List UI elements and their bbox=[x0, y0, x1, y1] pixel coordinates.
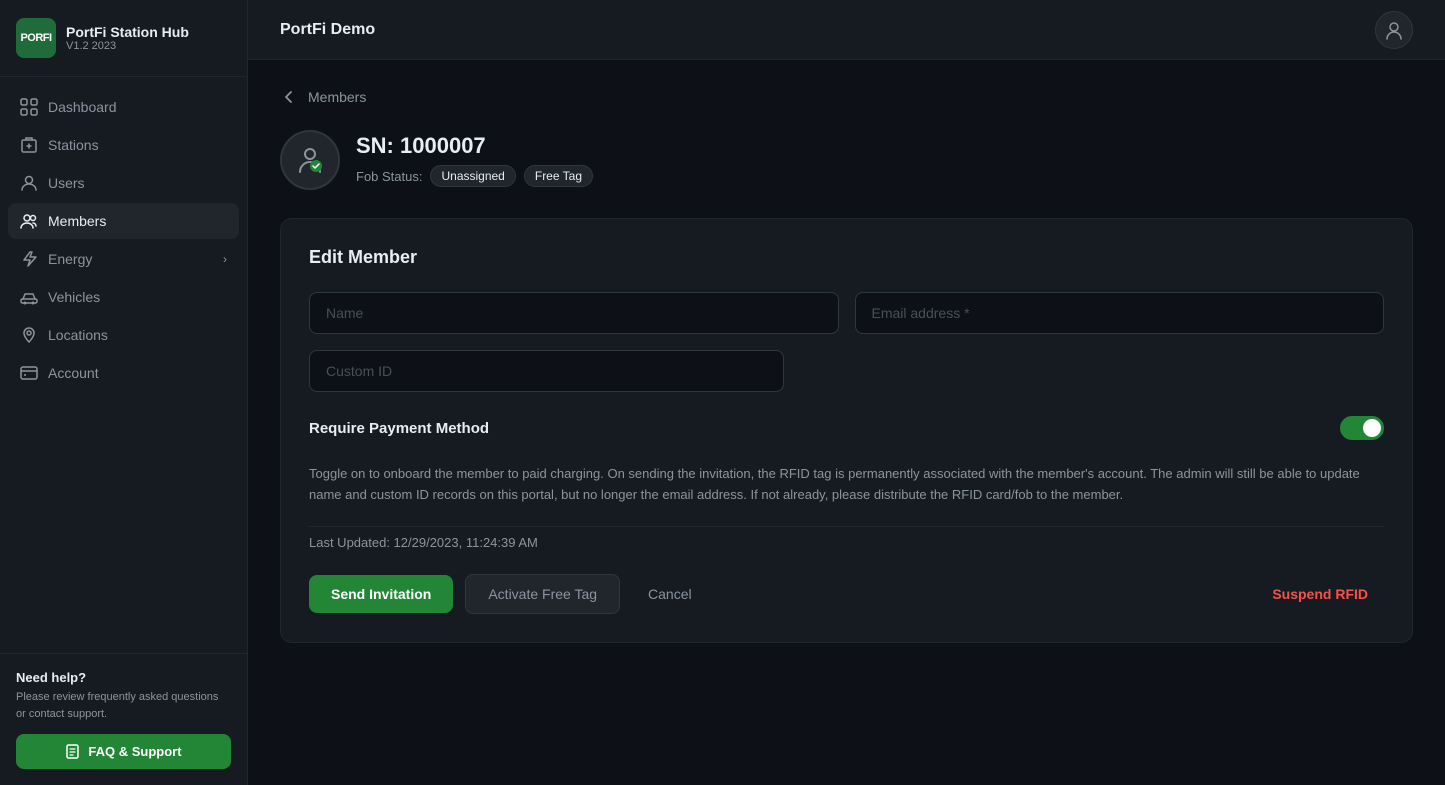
custom-id-row bbox=[309, 350, 1384, 392]
breadcrumb-label: Members bbox=[308, 89, 366, 105]
name-input[interactable] bbox=[309, 292, 839, 334]
form-title: Edit Member bbox=[309, 247, 1384, 268]
toggle-label: Require Payment Method bbox=[309, 420, 489, 437]
account-icon bbox=[20, 364, 38, 382]
dashboard-icon bbox=[20, 98, 38, 116]
name-email-row bbox=[309, 292, 1384, 334]
sidebar-item-users[interactable]: Users bbox=[8, 165, 239, 201]
sidebar-header: PORFI PortFi Station Hub V1.2 2023 bbox=[0, 0, 247, 77]
page-content: Members SN: 1000007 Fob Status: Un bbox=[248, 60, 1445, 785]
member-info: SN: 1000007 Fob Status: Unassigned Free … bbox=[356, 133, 593, 187]
app-title-block: PortFi Station Hub V1.2 2023 bbox=[66, 24, 189, 52]
member-header: SN: 1000007 Fob Status: Unassigned Free … bbox=[280, 130, 1413, 190]
sidebar-label-locations: Locations bbox=[48, 327, 108, 343]
custom-id-field bbox=[309, 350, 839, 392]
member-avatar bbox=[280, 130, 340, 190]
sidebar-nav: Dashboard Stations Users bbox=[0, 77, 247, 653]
name-field bbox=[309, 292, 839, 334]
sidebar-label-energy: Energy bbox=[48, 251, 92, 267]
app-version: V1.2 2023 bbox=[66, 40, 189, 52]
sidebar: PORFI PortFi Station Hub V1.2 2023 Dashb… bbox=[0, 0, 248, 785]
last-updated: Last Updated: 12/29/2023, 11:24:39 AM bbox=[309, 526, 1384, 550]
send-invitation-button[interactable]: Send Invitation bbox=[309, 575, 453, 613]
sidebar-label-vehicles: Vehicles bbox=[48, 289, 100, 305]
need-help-title: Need help? bbox=[16, 670, 231, 685]
locations-icon bbox=[20, 326, 38, 344]
member-status: Fob Status: Unassigned Free Tag bbox=[356, 165, 593, 187]
vehicles-icon bbox=[20, 288, 38, 306]
app-title: PortFi Station Hub bbox=[66, 24, 189, 40]
activate-free-tag-button[interactable]: Activate Free Tag bbox=[465, 574, 620, 614]
custom-id-input[interactable] bbox=[309, 350, 784, 392]
member-sn: SN: 1000007 bbox=[356, 133, 593, 159]
faq-label: FAQ & Support bbox=[88, 744, 181, 759]
sidebar-label-users: Users bbox=[48, 175, 85, 191]
payment-toggle-row: Require Payment Method bbox=[309, 408, 1384, 448]
toggle-description: Toggle on to onboard the member to paid … bbox=[309, 464, 1384, 506]
suspend-rfid-button[interactable]: Suspend RFID bbox=[1256, 575, 1384, 613]
sidebar-label-dashboard: Dashboard bbox=[48, 99, 117, 115]
sidebar-item-vehicles[interactable]: Vehicles bbox=[8, 279, 239, 315]
cancel-button[interactable]: Cancel bbox=[632, 575, 708, 613]
email-field bbox=[855, 292, 1385, 334]
payment-toggle[interactable] bbox=[1340, 416, 1384, 440]
sidebar-label-account: Account bbox=[48, 365, 99, 381]
back-arrow-icon bbox=[280, 88, 298, 106]
badge-unassigned: Unassigned bbox=[430, 165, 515, 187]
topbar-title: PortFi Demo bbox=[280, 21, 375, 39]
sidebar-label-stations: Stations bbox=[48, 137, 99, 153]
need-help-desc: Please review frequently asked questions… bbox=[16, 689, 231, 722]
sidebar-label-members: Members bbox=[48, 213, 106, 229]
sidebar-item-members[interactable]: Members bbox=[8, 203, 239, 239]
sidebar-item-locations[interactable]: Locations bbox=[8, 317, 239, 353]
stations-icon bbox=[20, 136, 38, 154]
badge-freetag: Free Tag bbox=[524, 165, 593, 187]
users-icon bbox=[20, 174, 38, 192]
edit-member-form: Edit Member Require Payment Method bbox=[280, 218, 1413, 643]
sidebar-item-account[interactable]: Account bbox=[8, 355, 239, 391]
sidebar-item-dashboard[interactable]: Dashboard bbox=[8, 89, 239, 125]
energy-icon bbox=[20, 250, 38, 268]
chevron-right-icon: › bbox=[223, 252, 227, 266]
sidebar-item-energy[interactable]: Energy › bbox=[8, 241, 239, 277]
user-avatar[interactable] bbox=[1375, 11, 1413, 49]
topbar: PortFi Demo bbox=[248, 0, 1445, 60]
sidebar-footer: Need help? Please review frequently aske… bbox=[0, 653, 247, 785]
faq-support-button[interactable]: FAQ & Support bbox=[16, 734, 231, 769]
document-icon bbox=[65, 744, 80, 759]
app-logo: PORFI bbox=[16, 18, 56, 58]
action-row: Send Invitation Activate Free Tag Cancel… bbox=[309, 574, 1384, 614]
main-content: PortFi Demo Members bbox=[248, 0, 1445, 785]
email-input[interactable] bbox=[855, 292, 1385, 334]
sidebar-item-stations[interactable]: Stations bbox=[8, 127, 239, 163]
breadcrumb[interactable]: Members bbox=[280, 88, 1413, 106]
members-icon bbox=[20, 212, 38, 230]
